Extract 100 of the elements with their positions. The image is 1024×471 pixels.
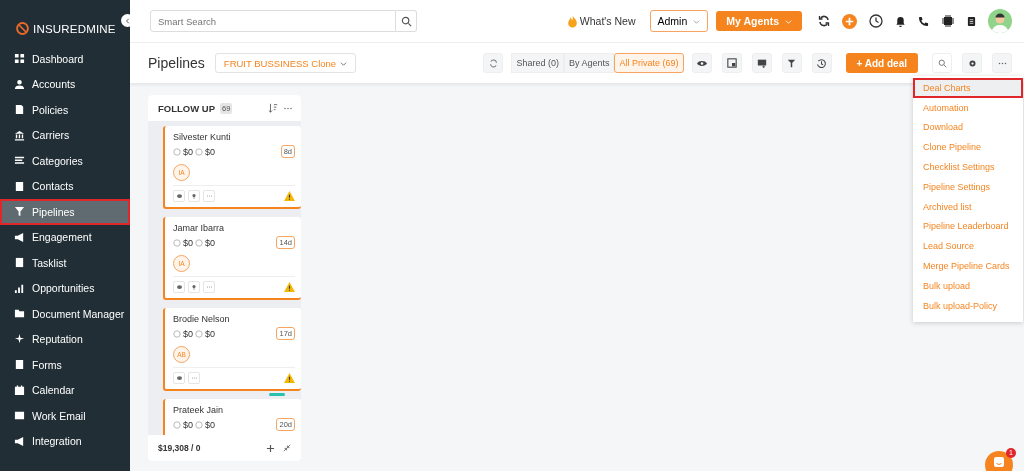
chat-button[interactable]: [173, 281, 185, 293]
pin-icon: [192, 284, 196, 290]
sidebar-item[interactable]: Dashboard: [0, 46, 130, 72]
sidebar-item[interactable]: Calendar: [0, 377, 130, 403]
card-add-button[interactable]: [751, 53, 772, 73]
add-icon[interactable]: [266, 443, 275, 453]
search-button[interactable]: [396, 10, 417, 32]
document-icon: [14, 104, 25, 116]
contact-name: Prateek Jain: [173, 405, 225, 415]
card-icon: [756, 58, 767, 68]
amount: $0: [205, 237, 216, 248]
view-button[interactable]: [691, 53, 712, 73]
amount: $0: [183, 146, 193, 157]
megaphone-icon: [14, 231, 25, 243]
person-icon: [14, 78, 25, 90]
search-field[interactable]: Smart Search: [150, 10, 396, 32]
chat-icon: [176, 376, 182, 380]
filter-tab[interactable]: Shared (0): [511, 53, 564, 73]
refresh-icon[interactable]: [818, 15, 830, 27]
sidebar-item[interactable]: Opportunities: [0, 275, 130, 301]
coin-icon: [173, 329, 181, 338]
pin-button[interactable]: [188, 190, 200, 202]
amount: $0: [205, 146, 216, 157]
sidebar-item[interactable]: Accounts: [0, 71, 130, 97]
amount: $0: [205, 419, 216, 430]
history-icon: [816, 57, 827, 69]
sidebar-item[interactable]: Contacts: [0, 173, 130, 199]
more-icon[interactable]: [283, 106, 293, 110]
contact-card-icon: [14, 180, 25, 192]
sort-icon[interactable]: [268, 103, 278, 113]
contact-name: Silvester Kunti: [173, 132, 232, 142]
refresh-icon: [488, 58, 498, 68]
settings-button[interactable]: [962, 53, 982, 73]
sidebar-item[interactable]: Carriers: [0, 122, 130, 148]
envelope-icon: [14, 410, 25, 422]
column-title: FOLLOW UP: [158, 102, 215, 114]
amount: $0: [183, 237, 193, 248]
chat-icon: [176, 285, 182, 289]
amount: $0: [183, 419, 193, 430]
folder-icon: [14, 308, 25, 320]
bell-icon[interactable]: [895, 15, 906, 27]
amount: $0: [183, 328, 193, 339]
caret-icon: [785, 17, 792, 25]
bank-icon: [14, 129, 25, 141]
search-icon: [937, 58, 947, 68]
filter-tab[interactable]: By Agents: [563, 53, 615, 73]
sidebar-item[interactable]: Categories: [0, 148, 130, 174]
avatar-icon[interactable]: [988, 9, 1012, 33]
pin-button[interactable]: [188, 281, 200, 293]
collapse-icon[interactable]: [283, 444, 291, 452]
coin-icon: [173, 147, 181, 156]
grid-icon: [14, 53, 25, 65]
sidebar-item[interactable]: Forms: [0, 352, 130, 378]
chip-icon[interactable]: [941, 14, 955, 28]
page-title: Pipelines: [148, 55, 205, 71]
filter-button[interactable]: [781, 53, 802, 73]
caret-icon: [693, 17, 701, 25]
chat-button[interactable]: [173, 190, 185, 202]
pin-icon: [192, 193, 196, 199]
layout-button[interactable]: [721, 53, 742, 73]
coin-icon: [173, 420, 181, 429]
layout-icon: [726, 58, 737, 68]
whats-new-link[interactable]: What's New: [579, 15, 636, 27]
contact-name: Brodie Nelson: [173, 314, 231, 324]
sparkle-icon: [14, 333, 25, 345]
form-icon: [14, 359, 25, 371]
chat-icon: [176, 194, 182, 198]
sidebar-item[interactable]: Tasklist: [0, 250, 130, 276]
caret-icon: [340, 59, 348, 67]
calendar-icon: [14, 384, 25, 396]
amount: $0: [205, 328, 216, 339]
filter-icon: [787, 58, 796, 68]
chat-icon: [993, 456, 1005, 468]
coin-icon: [195, 420, 203, 429]
sidebar-item[interactable]: Integration: [0, 428, 130, 454]
chat-button[interactable]: [173, 372, 185, 384]
sidebar-item[interactable]: Reputation: [0, 326, 130, 352]
eye-icon: [696, 59, 707, 67]
logo-icon: [16, 22, 29, 35]
sidebar-item[interactable]: Engagement: [0, 224, 130, 250]
clock-icon[interactable]: [869, 14, 883, 28]
phone-icon[interactable]: [918, 15, 929, 27]
funnel-icon: [14, 206, 25, 218]
settings-icon: [967, 58, 977, 68]
history-button[interactable]: [811, 53, 832, 73]
coin-icon: [195, 238, 203, 247]
coin-icon: [195, 147, 203, 156]
sidebar-item[interactable]: Policies: [0, 97, 130, 123]
coin-icon: [173, 238, 181, 247]
list-icon: [14, 155, 25, 167]
flame-icon: [566, 14, 578, 28]
clipboard-icon: [14, 257, 25, 269]
chevron-left-icon: [124, 17, 131, 24]
coin-icon: [195, 329, 203, 338]
sidebar-item[interactable]: Pipelines: [0, 199, 130, 225]
clipboard-icon[interactable]: [967, 15, 976, 27]
role-select[interactable]: Admin: [649, 10, 709, 32]
sidebar-item[interactable]: Document Manager: [0, 301, 130, 327]
contact-name: Jamar Ibarra: [173, 223, 226, 233]
sidebar-item[interactable]: Work Email: [0, 403, 130, 429]
